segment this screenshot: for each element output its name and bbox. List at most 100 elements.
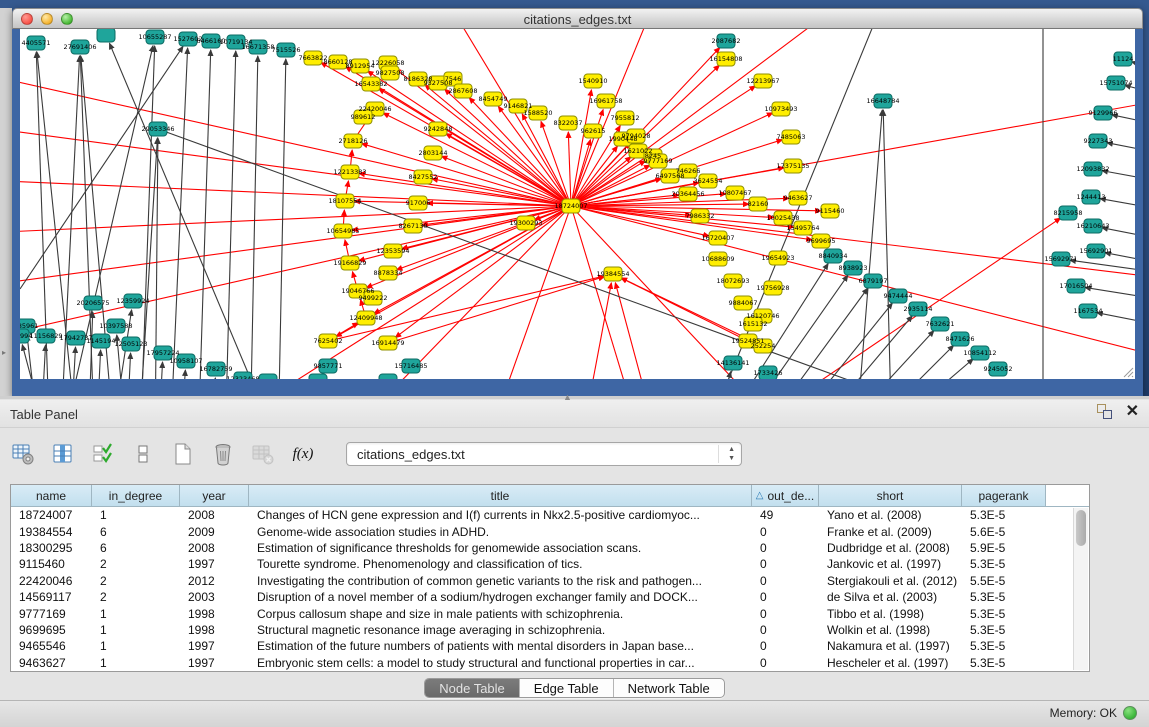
svg-text:9474444: 9474444: [884, 292, 913, 300]
svg-text:9699695: 9699695: [807, 237, 836, 245]
cell-name: 22420046: [11, 574, 92, 588]
column-header-in_degree[interactable]: in_degree: [92, 485, 180, 507]
resize-grip-icon[interactable]: [1120, 364, 1134, 378]
svg-text:9499222: 9499222: [359, 294, 388, 302]
cell-short: Tibbo et al. (1998): [819, 607, 962, 621]
column-header-filler: [1046, 485, 1089, 507]
svg-text:7515526: 7515526: [272, 46, 301, 54]
svg-text:12353594: 12353594: [376, 247, 409, 255]
svg-text:15495764: 15495764: [786, 224, 819, 232]
svg-text:12323468: 12323468: [226, 375, 259, 379]
cell-short: Jankovic et al. (1997): [819, 557, 962, 571]
cell-out_de: 0: [752, 541, 819, 555]
row-height-icon[interactable]: [128, 439, 158, 469]
row-check-icon[interactable]: [88, 439, 118, 469]
svg-text:12093832: 12093832: [1076, 165, 1109, 173]
svg-text:19384554: 19384554: [596, 270, 629, 278]
svg-text:15692901: 15692901: [1079, 247, 1112, 255]
cell-in_degree: 1: [92, 639, 180, 653]
table-row[interactable]: 946554611997Estimation of the future num…: [11, 638, 1089, 654]
svg-text:7625402: 7625402: [314, 337, 343, 345]
svg-text:17957224: 17957224: [146, 349, 179, 357]
svg-text:8938923: 8938923: [839, 264, 868, 272]
svg-text:29053346: 29053346: [141, 125, 174, 133]
table-row[interactable]: 1938455462009Genome-wide association stu…: [11, 523, 1089, 539]
cell-pagerank: 5.9E-5: [962, 541, 1046, 555]
svg-text:9827508: 9827508: [376, 69, 405, 77]
svg-text:989612: 989612: [351, 113, 376, 121]
table-panel-titlebar: Table Panel ✕: [0, 400, 1149, 428]
column-header-out_de[interactable]: △out_de...: [752, 485, 819, 507]
svg-text:1145194: 1145194: [87, 337, 116, 345]
cell-out_de: 0: [752, 607, 819, 621]
close-panel-icon[interactable]: ✕: [1126, 404, 1139, 419]
delete-rows-icon[interactable]: [208, 439, 238, 469]
svg-text:2718126: 2718126: [339, 137, 368, 145]
svg-text:19300293: 19300293: [509, 219, 542, 227]
svg-text:16210643: 16210643: [1076, 222, 1109, 230]
table-row[interactable]: 1456911722003Disruption of a novel membe…: [11, 589, 1089, 605]
delete-table-icon[interactable]: [248, 439, 278, 469]
table-row[interactable]: 2242004622012Investigating the contribut…: [11, 573, 1089, 589]
network-view-window[interactable]: citations_edges.txt 44055712769140610655…: [12, 8, 1143, 396]
vertical-scrollbar[interactable]: [1073, 508, 1088, 670]
function-builder-icon[interactable]: f(x): [288, 439, 318, 469]
svg-text:14136141: 14136141: [716, 359, 749, 367]
column-header-year[interactable]: year: [180, 485, 249, 507]
cell-year: 2009: [180, 525, 249, 539]
svg-text:16914479: 16914479: [371, 339, 404, 347]
table-select-dropdown[interactable]: citations_edges.txt ▲▼: [346, 442, 742, 466]
cell-year: 2003: [180, 590, 249, 604]
cell-in_degree: 1: [92, 508, 180, 522]
column-header-name[interactable]: name: [11, 485, 92, 507]
cell-pagerank: 5.3E-5: [962, 557, 1046, 571]
table-row[interactable]: 946362711997Embryonic stem cells: a mode…: [11, 655, 1089, 671]
tab-network-table[interactable]: Network Table: [614, 679, 724, 697]
panel-expand-arrow-icon[interactable]: ▸: [2, 348, 6, 357]
cell-title: Estimation of the future numbers of pati…: [249, 639, 752, 653]
svg-text:12505123: 12505123: [114, 340, 147, 348]
select-column-icon[interactable]: [48, 439, 78, 469]
network-canvas[interactable]: 4405571276914061065528715276026466160107…: [20, 29, 1135, 379]
tab-node-table[interactable]: Node Table: [425, 679, 520, 697]
cell-title: Embryonic stem cells: a model to study s…: [249, 656, 752, 670]
new-table-icon[interactable]: [168, 439, 198, 469]
memory-indicator[interactable]: Memory: OK: [1050, 706, 1137, 720]
scrollbar-thumb[interactable]: [1076, 510, 1086, 546]
table-settings-icon[interactable]: [8, 439, 38, 469]
svg-text:9242848: 9242848: [424, 125, 453, 133]
svg-text:9884067: 9884067: [729, 299, 758, 307]
table-row[interactable]: 1830029562008Estimation of significance …: [11, 540, 1089, 556]
cell-short: Franke et al. (2009): [819, 525, 962, 539]
table-row[interactable]: 977716911998Corpus callosum shape and si…: [11, 605, 1089, 621]
svg-text:9777169: 9777169: [644, 157, 673, 165]
function-builder-label: f(x): [293, 446, 314, 463]
column-header-title[interactable]: title: [249, 485, 752, 507]
column-header-short[interactable]: short: [819, 485, 962, 507]
table-body: 1872400712008Changes of HCN gene express…: [11, 507, 1089, 671]
cell-out_de: 49: [752, 508, 819, 522]
svg-text:7485063: 7485063: [777, 133, 806, 141]
table-row[interactable]: 969969511998Structural magnetic resonanc…: [11, 622, 1089, 638]
cell-name: 9115460: [11, 557, 92, 571]
svg-text:11124: 11124: [1113, 55, 1134, 63]
table-row[interactable]: 1872400712008Changes of HCN gene express…: [11, 507, 1089, 523]
citation-network-graph[interactable]: 4405571276914061065528715276026466160107…: [20, 29, 1135, 379]
cell-name: 18724007: [11, 508, 92, 522]
column-header-pagerank[interactable]: pagerank: [962, 485, 1046, 507]
collapsed-side-panel[interactable]: ▸: [0, 8, 12, 398]
svg-text:10973493: 10973493: [764, 105, 797, 113]
table-row[interactable]: 911546021997Tourette syndrome. Phenomeno…: [11, 556, 1089, 572]
network-window-titlebar[interactable]: citations_edges.txt: [12, 8, 1143, 29]
cell-short: Yano et al. (2008): [819, 508, 962, 522]
svg-text:15716485: 15716485: [394, 362, 427, 370]
cell-title: Corpus callosum shape and size in male p…: [249, 607, 752, 621]
float-panel-icon[interactable]: [1097, 404, 1112, 419]
cell-pagerank: 5.3E-5: [962, 639, 1046, 653]
cell-short: Stergiakouli et al. (2012): [819, 574, 962, 588]
svg-text:10654985: 10654985: [326, 227, 359, 235]
panel-splitter[interactable]: [0, 396, 1149, 399]
table-panel: ▲ Table Panel ✕ f(x) citations_edges.txt…: [0, 398, 1149, 700]
cell-pagerank: 5.3E-5: [962, 656, 1046, 670]
tab-edge-table[interactable]: Edge Table: [520, 679, 614, 697]
